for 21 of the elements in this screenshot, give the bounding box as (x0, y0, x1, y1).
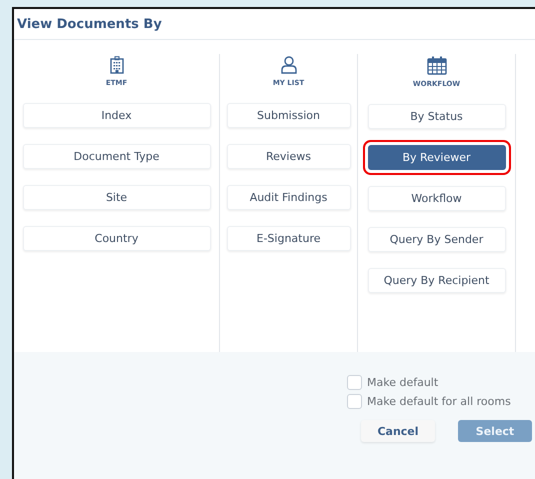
checkbox-label: Make default for all rooms (367, 395, 511, 408)
view-option-button[interactable]: Audit Findings (226, 185, 350, 210)
view-option-button[interactable]: Reviews (226, 144, 350, 169)
checkbox[interactable] (347, 375, 362, 390)
view-option-button[interactable]: Workflow (368, 186, 506, 211)
view-option-button[interactable]: Country (22, 226, 210, 251)
view-option-button[interactable]: Site (22, 185, 210, 210)
checkbox[interactable] (347, 394, 362, 409)
calendar-icon (426, 56, 446, 75)
person-icon (280, 56, 296, 74)
view-option-button[interactable]: Document Type (22, 144, 210, 169)
view-option-button[interactable]: E-Signature (226, 226, 350, 251)
cancel-button[interactable]: Cancel (361, 420, 435, 442)
view-option-button[interactable]: Query By Recipient (368, 268, 506, 293)
view-option-button[interactable]: Submission (226, 103, 350, 128)
building-icon (110, 56, 124, 74)
view-option-button[interactable]: Query By Sender (368, 227, 506, 252)
dialog-title: View Documents By (14, 9, 535, 40)
view-option-button[interactable]: By Status (368, 104, 506, 129)
checkbox-label: Make default (367, 376, 438, 389)
view-option-button[interactable]: Index (22, 103, 210, 128)
